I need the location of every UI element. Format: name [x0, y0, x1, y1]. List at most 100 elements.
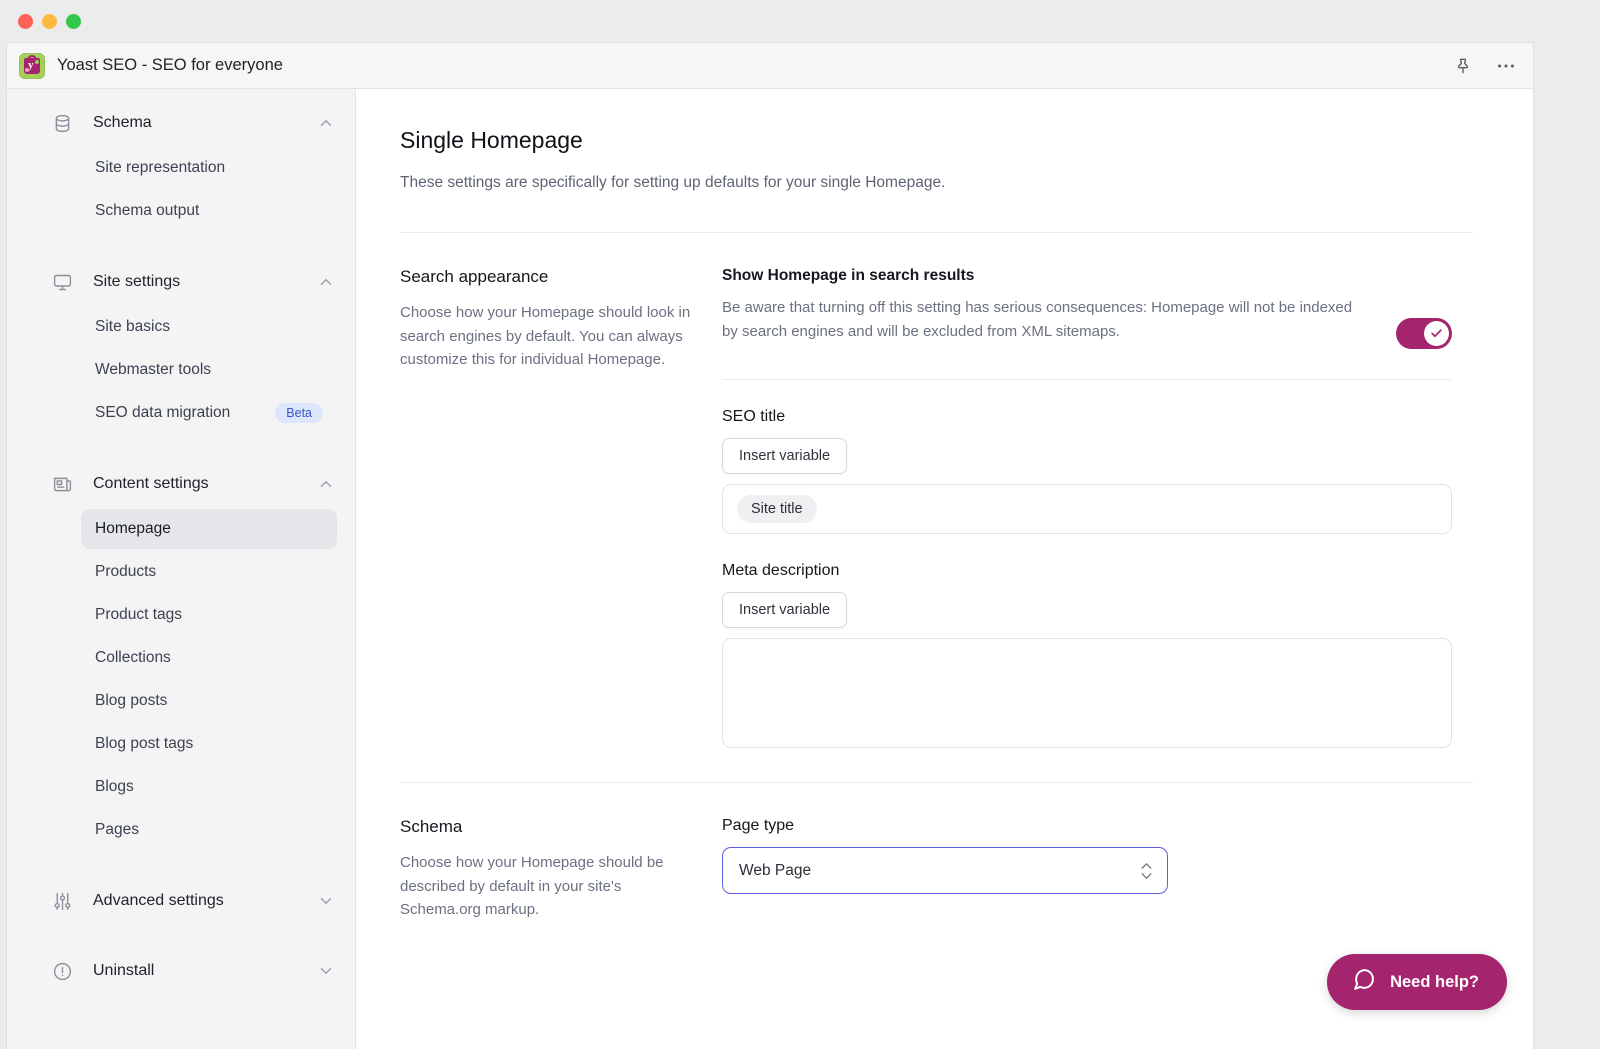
sidebar-item-label: Pages [95, 821, 139, 838]
sidebar-item-label: Homepage [95, 520, 171, 537]
sidebar-group-schema[interactable]: Schema [7, 101, 355, 145]
newspaper-icon [51, 473, 73, 495]
meta-description-label: Meta description [722, 562, 840, 580]
sidebar-group-label: Content settings [93, 475, 209, 492]
chevron-updown-icon [1140, 862, 1153, 880]
show-in-search-label: Show Homepage in search results [722, 267, 975, 285]
main-content: Single Homepage These settings are speci… [356, 89, 1533, 1049]
section-heading: Search appearance [400, 267, 549, 287]
chevron-up-icon[interactable] [317, 114, 335, 132]
sidebar-group-label: Uninstall [93, 962, 155, 979]
page-title: Single Homepage [400, 127, 583, 153]
section-intro: Schema Choose how your Homepage should b… [400, 817, 722, 921]
sidebar-item-label: Collections [95, 649, 171, 666]
sidebar-group-site-settings[interactable]: Site settings [7, 260, 355, 304]
show-in-search-text: Be aware that turning off this setting h… [722, 296, 1396, 343]
page-type-label: Page type [722, 817, 795, 835]
sidebar-item-label: Blogs [95, 778, 134, 795]
toggle-knob [1424, 321, 1449, 347]
sidebar-group-label: Site settings [93, 273, 181, 290]
sidebar-item-webmaster-tools[interactable]: Webmaster tools [81, 350, 337, 390]
seo-title-field: SEO title Insert variable Site title [722, 408, 1452, 535]
page-type-select[interactable]: Web Page [722, 847, 1168, 895]
sidebar-item-label: Schema output [95, 202, 200, 219]
app-header: y Yoast SEO - SEO for everyone [7, 43, 1533, 89]
sidebar-item-blogs[interactable]: Blogs [81, 767, 337, 807]
chevron-down-icon[interactable] [317, 892, 335, 910]
sidebar-item-site-basics[interactable]: Site basics [81, 307, 337, 347]
app-title: Yoast SEO - SEO for everyone [57, 56, 283, 74]
page-description: These settings are specifically for sett… [400, 174, 946, 191]
section-description: Choose how your Homepage should be descr… [400, 854, 664, 918]
alert-circle-icon [51, 960, 73, 982]
section-fields: Page type Web Page [722, 817, 1452, 921]
sidebar-item-label: Blog posts [95, 692, 168, 709]
sidebar-item-label: Product tags [95, 606, 183, 623]
chevron-down-icon[interactable] [317, 962, 335, 980]
sidebar-item-product-tags[interactable]: Product tags [81, 595, 337, 635]
seo-title-insert-variable-button[interactable]: Insert variable [722, 438, 848, 475]
check-icon [1431, 329, 1442, 338]
seo-title-input[interactable]: Site title [722, 484, 1452, 535]
sidebar-group-label: Schema [93, 114, 152, 131]
sidebar-group-advanced-settings[interactable]: Advanced settings [7, 879, 355, 923]
app-body: Schema Site representation Schema output [7, 89, 1533, 1049]
sidebar-item-seo-data-migration[interactable]: SEO data migration Beta [81, 393, 337, 433]
need-help-button[interactable]: Need help? [1327, 954, 1507, 1010]
sidebar-item-label: SEO data migration [95, 404, 231, 421]
sidebar-group-uninstall[interactable]: Uninstall [7, 949, 355, 993]
chevron-up-icon[interactable] [317, 273, 335, 291]
ellipsis-icon[interactable] [1495, 55, 1517, 77]
sidebar-item-homepage[interactable]: Homepage [81, 509, 337, 549]
yoast-logo-icon: y [19, 52, 45, 79]
sidebar-group-label: Advanced settings [93, 892, 224, 909]
seo-title-label: SEO title [722, 408, 786, 426]
seo-title-variable-chip[interactable]: Site title [737, 495, 817, 524]
sidebar-item-blog-posts[interactable]: Blog posts [81, 681, 337, 721]
sidebar-item-label: Blog post tags [95, 735, 194, 752]
window-minimize-button[interactable] [42, 13, 57, 29]
sidebar-item-site-representation[interactable]: Site representation [81, 148, 337, 188]
show-in-search-toggle[interactable] [1396, 318, 1452, 350]
show-in-search-row: Be aware that turning off this setting h… [722, 296, 1452, 350]
sidebar-item-schema-output[interactable]: Schema output [81, 191, 337, 231]
monitor-icon [51, 271, 73, 293]
chevron-up-icon[interactable] [317, 475, 335, 493]
pin-icon[interactable] [1453, 56, 1473, 76]
meta-description-insert-variable-button[interactable]: Insert variable [722, 592, 848, 629]
database-icon [51, 112, 73, 134]
page-type-value: Web Page [739, 861, 812, 879]
sidebar-item-label: Products [95, 563, 157, 580]
chat-bubble-icon [1351, 967, 1376, 997]
sidebar-sublist-schema: Site representation Schema output [7, 148, 355, 231]
divider [722, 379, 1452, 381]
sidebar-sublist-site-settings: Site basics Webmaster tools SEO data mig… [7, 307, 355, 433]
window-maximize-button[interactable] [66, 13, 81, 29]
sidebar-item-products[interactable]: Products [81, 552, 337, 592]
meta-description-input[interactable] [722, 638, 1452, 749]
sidebar: Schema Site representation Schema output [7, 89, 356, 1049]
window-close-button[interactable] [18, 13, 33, 29]
beta-badge: Beta [275, 403, 323, 423]
section-description: Choose how your Homepage should look in … [400, 304, 691, 368]
section-heading: Schema [400, 817, 463, 837]
meta-description-field: Meta description Insert variable [722, 562, 1452, 749]
section-schema: Schema Choose how your Homepage should b… [400, 783, 1473, 921]
sidebar-item-blog-post-tags[interactable]: Blog post tags [81, 724, 337, 764]
sidebar-item-collections[interactable]: Collections [81, 638, 337, 678]
section-fields: Show Homepage in search results Be aware… [722, 267, 1452, 749]
section-intro: Search appearance Choose how your Homepa… [400, 267, 722, 748]
sidebar-sublist-content-settings: Homepage Products Product tags Collectio… [7, 509, 355, 850]
need-help-label: Need help? [1390, 972, 1479, 991]
show-in-search-description: Be aware that turning off this setting h… [722, 299, 1353, 340]
sidebar-item-pages[interactable]: Pages [81, 810, 337, 850]
os-titlebar [0, 0, 1600, 42]
sidebar-group-content-settings[interactable]: Content settings [7, 462, 355, 506]
sidebar-item-label: Site basics [95, 318, 170, 335]
app-shell: y Yoast SEO - SEO for everyone Schema Si… [6, 42, 1534, 1049]
section-search-appearance: Search appearance Choose how your Homepa… [400, 233, 1473, 749]
